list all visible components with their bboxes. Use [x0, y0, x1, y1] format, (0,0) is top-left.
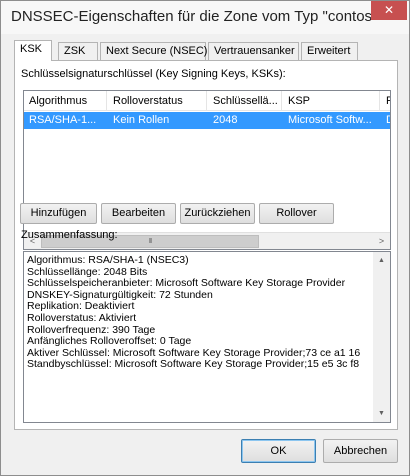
column-header-rollover-status[interactable]: Rolloverstatus [108, 91, 207, 111]
cell-key-length: 2048 [213, 114, 238, 126]
column-header-ksp[interactable]: KSP [283, 91, 380, 111]
close-icon[interactable]: ✕ [371, 1, 407, 20]
ksk-tab-panel: Schlüsselsignaturschlüssel (Key Signing … [14, 60, 398, 430]
cell-algorithm: RSA/SHA-1... [29, 114, 97, 126]
summary-line: Standbyschlüssel: Microsoft Software Key… [27, 358, 360, 371]
rollover-button[interactable]: Rollover [259, 203, 334, 224]
title-bar[interactable]: DNSSEC-Eigenschaften für die Zone vom Ty… [1, 1, 409, 34]
ksk-list[interactable]: Algorithmus Rolloverstatus Schlüssellä..… [23, 90, 391, 250]
tab-nsec[interactable]: Next Secure (NSEC) [100, 42, 207, 60]
cell-rollover-status: Kein Rollen [113, 114, 170, 126]
add-button[interactable]: Hinzufügen [20, 203, 97, 224]
dnssec-properties-dialog: DNSSEC-Eigenschaften für die Zone vom Ty… [0, 0, 410, 476]
summary-textbox[interactable]: Algorithmus: RSA/SHA-1 (NSEC3) Schlüssel… [23, 251, 391, 423]
ksk-list-label: Schlüsselsignaturschlüssel (Key Signing … [21, 68, 286, 80]
scroll-right-icon[interactable]: > [373, 233, 390, 249]
grip-icon: III [148, 238, 153, 245]
retract-button[interactable]: Zurückziehen [180, 203, 255, 224]
summary-text: Algorithmus: RSA/SHA-1 (NSEC3) Schlüssel… [27, 255, 371, 371]
column-header-key-length[interactable]: Schlüssellä... [208, 91, 282, 111]
edit-button[interactable]: Bearbeiten [101, 203, 176, 224]
cell-replication: De [381, 114, 390, 126]
summary-line: Rolloverstatus: Aktiviert [27, 311, 137, 324]
summary-line: Algorithmus: RSA/SHA-1 (NSEC3) [27, 255, 189, 266]
cell-ksp: Microsoft Softw... [288, 114, 372, 126]
ok-button[interactable]: OK [241, 439, 316, 463]
cancel-button[interactable]: Abbrechen [323, 439, 398, 463]
summary-line: Anfängliches Rolloveroffset: 0 Tage [27, 335, 192, 348]
scroll-up-icon[interactable]: ▲ [373, 252, 390, 269]
tab-ksk[interactable]: KSK [14, 40, 52, 61]
scroll-down-icon[interactable]: ▼ [373, 405, 390, 422]
column-header-algorithm[interactable]: Algorithmus [24, 91, 107, 111]
tab-advanced[interactable]: Erweitert [301, 42, 358, 60]
tab-zsk[interactable]: ZSK [58, 42, 98, 60]
summary-label: Zusammenfassung: [21, 229, 118, 241]
tab-trust-anchors[interactable]: Vertrauensanker [208, 42, 299, 60]
list-header: Algorithmus Rolloverstatus Schlüssellä..… [24, 91, 390, 111]
column-header-replication[interactable]: Re [381, 91, 390, 111]
table-row[interactable]: RSA/SHA-1... Kein Rollen 2048 Microsoft … [24, 112, 390, 129]
summary-vertical-scrollbar[interactable]: ▲ ▼ [373, 252, 390, 422]
window-title: DNSSEC-Eigenschaften für die Zone vom Ty… [11, 8, 371, 25]
